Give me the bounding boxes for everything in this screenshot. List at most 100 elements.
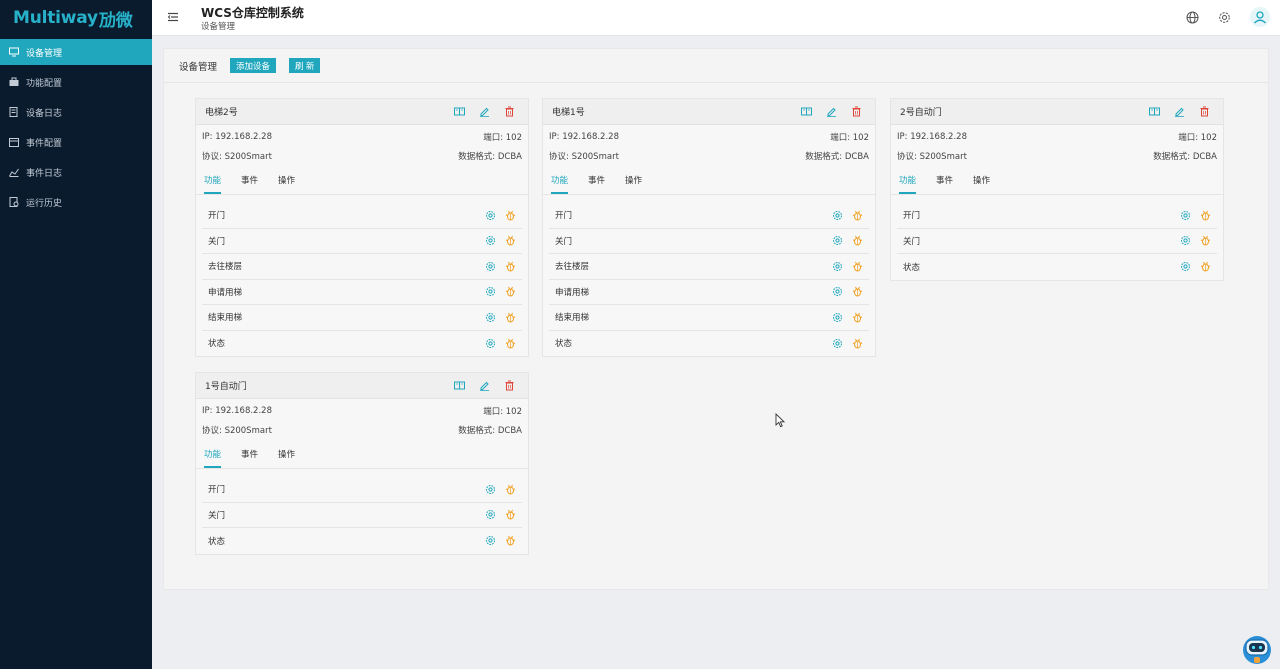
debug-bug-icon[interactable]	[852, 338, 863, 349]
function-row: 去往楼层	[549, 254, 869, 280]
config-gear-icon[interactable]	[485, 484, 496, 495]
config-gear-icon[interactable]	[832, 210, 843, 221]
sidebar-item-run-history[interactable]: 运行历史	[0, 189, 152, 215]
function-row: 结束用梯	[549, 305, 869, 331]
tab-operation[interactable]: 操作	[625, 174, 642, 194]
debug-bug-icon[interactable]	[505, 338, 516, 349]
edit-icon[interactable]	[479, 106, 491, 118]
tab-event[interactable]: 事件	[588, 174, 605, 194]
edit-icon[interactable]	[479, 380, 491, 392]
debug-bug-icon[interactable]	[852, 261, 863, 272]
settings-icon[interactable]	[1218, 11, 1231, 24]
function-label: 关门	[903, 236, 921, 247]
config-gear-icon[interactable]	[485, 535, 496, 546]
menu-toggle-icon[interactable]	[167, 11, 179, 23]
debug-bug-icon[interactable]	[852, 286, 863, 297]
logo-text: Multiway	[13, 8, 98, 28]
config-gear-icon[interactable]	[485, 261, 496, 272]
debug-bug-icon[interactable]	[852, 235, 863, 246]
globe-icon[interactable]	[1186, 11, 1199, 24]
edit-icon[interactable]	[1174, 106, 1186, 118]
sidebar-item-event-log[interactable]: 事件日志	[0, 159, 152, 185]
config-gear-icon[interactable]	[485, 338, 496, 349]
debug-bug-icon[interactable]	[505, 535, 516, 546]
delete-icon[interactable]	[851, 106, 863, 118]
device-tabs: 功能 事件 操作	[196, 167, 528, 195]
monitor-icon	[9, 47, 19, 57]
assistant-robot-icon[interactable]	[1239, 630, 1275, 666]
tab-function[interactable]: 功能	[204, 448, 222, 468]
toolbar: 设备管理 添加设备 刷 新	[164, 49, 1268, 83]
config-gear-icon[interactable]	[832, 286, 843, 297]
delete-icon[interactable]	[1199, 106, 1211, 118]
function-row: 申请用梯	[549, 280, 869, 305]
view-detail-icon[interactable]	[454, 380, 466, 392]
tab-event[interactable]: 事件	[241, 448, 258, 468]
debug-bug-icon[interactable]	[505, 286, 516, 297]
function-label: 开门	[903, 211, 921, 222]
view-detail-icon[interactable]	[801, 106, 813, 118]
tab-function[interactable]: 功能	[204, 174, 222, 194]
edit-icon[interactable]	[826, 106, 838, 118]
config-gear-icon[interactable]	[1180, 210, 1191, 221]
device-port: 端口: 102	[483, 132, 522, 143]
debug-bug-icon[interactable]	[852, 312, 863, 323]
config-gear-icon[interactable]	[832, 261, 843, 272]
debug-bug-icon[interactable]	[505, 509, 516, 520]
tab-function[interactable]: 功能	[899, 174, 917, 194]
debug-bug-icon[interactable]	[505, 312, 516, 323]
config-gear-icon[interactable]	[485, 312, 496, 323]
device-ip: IP: 192.168.2.28	[549, 131, 619, 142]
config-gear-icon[interactable]	[485, 286, 496, 297]
delete-icon[interactable]	[504, 380, 516, 392]
config-gear-icon[interactable]	[832, 338, 843, 349]
function-label: 开门	[555, 211, 573, 222]
device-network-row: IP: 192.168.2.28 端口: 102	[196, 127, 528, 146]
calendar-icon	[9, 137, 19, 147]
sidebar-item-function-config[interactable]: 功能配置	[0, 69, 152, 95]
sidebar-item-event-config[interactable]: 事件配置	[0, 129, 152, 155]
function-row: 开门	[202, 203, 522, 229]
debug-bug-icon[interactable]	[1200, 235, 1211, 246]
function-row: 关门	[202, 503, 522, 528]
config-gear-icon[interactable]	[832, 235, 843, 246]
function-row: 结束用梯	[202, 305, 522, 331]
tab-event[interactable]: 事件	[936, 174, 953, 194]
debug-bug-icon[interactable]	[852, 210, 863, 221]
user-avatar-icon[interactable]	[1250, 7, 1270, 27]
view-detail-icon[interactable]	[1149, 106, 1161, 118]
refresh-button[interactable]: 刷 新	[289, 58, 321, 73]
config-gear-icon[interactable]	[1180, 261, 1191, 272]
tab-operation[interactable]: 操作	[278, 448, 295, 468]
tab-event[interactable]: 事件	[241, 174, 258, 194]
tab-operation[interactable]: 操作	[278, 174, 295, 194]
device-tabs: 功能 事件 操作	[196, 441, 528, 469]
function-label: 去往楼层	[208, 262, 243, 273]
debug-bug-icon[interactable]	[1200, 261, 1211, 272]
device-data-format: 数据格式: DCBA	[805, 151, 869, 162]
config-gear-icon[interactable]	[832, 312, 843, 323]
config-gear-icon[interactable]	[485, 235, 496, 246]
debug-bug-icon[interactable]	[505, 210, 516, 221]
view-detail-icon[interactable]	[454, 106, 466, 118]
config-gear-icon[interactable]	[1180, 235, 1191, 246]
function-label: 关门	[208, 510, 226, 521]
sidebar: Multiway 劢微 设备管理 功能配置 设备日志 事件配置 事件日志 运行历…	[0, 0, 152, 669]
debug-bug-icon[interactable]	[505, 261, 516, 272]
debug-bug-icon[interactable]	[505, 235, 516, 246]
config-gear-icon[interactable]	[485, 210, 496, 221]
device-data-format: 数据格式: DCBA	[458, 151, 522, 162]
sidebar-item-label: 功能配置	[26, 78, 63, 89]
debug-bug-icon[interactable]	[1200, 210, 1211, 221]
delete-icon[interactable]	[504, 106, 516, 118]
tab-function[interactable]: 功能	[551, 174, 569, 194]
debug-bug-icon[interactable]	[505, 484, 516, 495]
add-device-button[interactable]: 添加设备	[230, 58, 277, 73]
tab-operation[interactable]: 操作	[973, 174, 990, 194]
sidebar-item-device-management[interactable]: 设备管理	[0, 39, 152, 65]
sidebar-item-device-log[interactable]: 设备日志	[0, 99, 152, 125]
config-gear-icon[interactable]	[485, 509, 496, 520]
device-protocol: 协议: S200Smart	[202, 151, 272, 162]
device-protocol: 协议: S200Smart	[549, 151, 619, 162]
device-name: 2号自动门	[900, 108, 942, 118]
